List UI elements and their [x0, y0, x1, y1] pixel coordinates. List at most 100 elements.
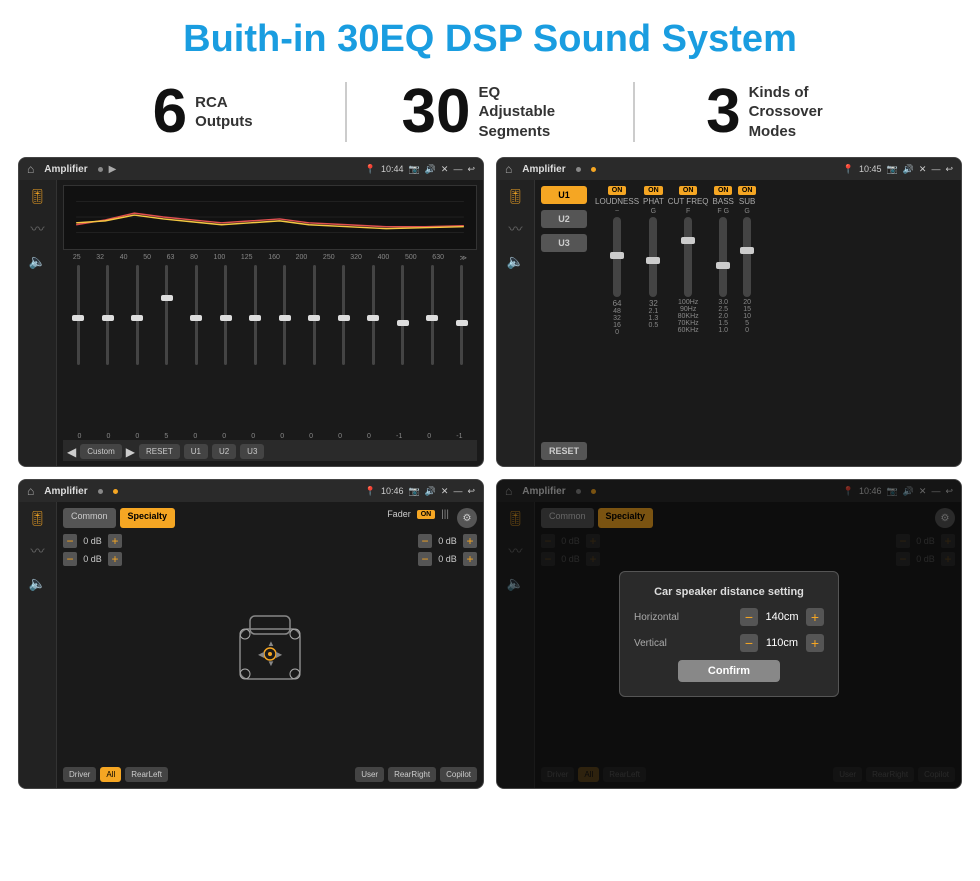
- eq-slider-8[interactable]: [283, 265, 286, 431]
- bass-channel: ON BASS F G 3.0 2.5 2.0 1.5 1.0: [713, 186, 734, 460]
- screen-speaker: ⌂ Amplifier 📍 10:46 📷 🔊 ✕ — ↩ 🎚 〰 🔈: [18, 479, 484, 789]
- wave-icon-2[interactable]: 〰: [509, 219, 523, 239]
- eq-bottom-bar: ◀ Custom ▶ RESET U1 U2 U3: [63, 440, 477, 461]
- camera-icon-3: 📷: [408, 486, 419, 497]
- phat-slider[interactable]: [649, 217, 657, 297]
- home-icon[interactable]: ⌂: [27, 162, 34, 176]
- preset-u1-btn[interactable]: U1: [184, 444, 208, 459]
- close-icon-2[interactable]: ✕: [919, 164, 927, 175]
- eq-prev-btn[interactable]: ◀: [67, 445, 76, 459]
- vertical-plus-btn[interactable]: +: [806, 634, 824, 652]
- settings-icon[interactable]: ⚙: [457, 508, 477, 528]
- horizontal-value: 140cm: [762, 611, 802, 623]
- channel-presets: U1 U2 U3 RESET: [541, 186, 587, 460]
- btn-rearright[interactable]: RearRight: [388, 767, 436, 782]
- speaker-icon-2[interactable]: 🔈: [507, 253, 524, 270]
- eq-icon-2[interactable]: 🎚: [507, 188, 525, 205]
- db2-minus-btn[interactable]: −: [63, 552, 77, 566]
- eq-slider-9[interactable]: [313, 265, 316, 431]
- dialog-horizontal-row: Horizontal − 140cm +: [634, 608, 824, 626]
- btn-copilot[interactable]: Copilot: [440, 767, 477, 782]
- minimize-icon-1[interactable]: —: [453, 164, 462, 174]
- back-icon-2[interactable]: ↩: [945, 164, 953, 175]
- eq-slider-5[interactable]: [195, 265, 198, 431]
- eq-slider-1[interactable]: [77, 265, 80, 431]
- wave-icon[interactable]: 〰: [31, 219, 45, 239]
- stat-crossover-label: Kinds ofCrossover Modes: [749, 83, 849, 142]
- eq-slider-2[interactable]: [106, 265, 109, 431]
- vertical-minus-btn[interactable]: −: [740, 634, 758, 652]
- fader-slider-preview[interactable]: |||: [441, 509, 449, 520]
- db1-minus-btn[interactable]: −: [63, 534, 77, 548]
- tab-common[interactable]: Common: [63, 508, 116, 528]
- minimize-icon-3[interactable]: —: [453, 486, 462, 496]
- channel-u3-btn[interactable]: U3: [541, 234, 587, 252]
- play-icon[interactable]: ▶: [109, 164, 117, 175]
- close-icon-1[interactable]: ✕: [441, 164, 449, 175]
- eq-slider-6[interactable]: [224, 265, 227, 431]
- home-icon-3[interactable]: ⌂: [27, 484, 34, 498]
- close-icon-3[interactable]: ✕: [441, 486, 449, 497]
- loudness-slider[interactable]: [613, 217, 621, 297]
- eq-next-btn[interactable]: ▶: [126, 445, 135, 459]
- confirm-button[interactable]: Confirm: [678, 660, 780, 682]
- eq-slider-7[interactable]: [254, 265, 257, 431]
- status-bar-right-1: 📍 10:44 📷 🔊 ✕ — ↩: [365, 164, 475, 175]
- channel-left-sidebar: 🎚 〰 🔈: [497, 180, 535, 466]
- vertical-value: 110cm: [762, 637, 802, 649]
- sub-on-badge: ON: [738, 186, 757, 195]
- eq-icon[interactable]: 🎚: [29, 188, 47, 205]
- db1-plus-btn[interactable]: +: [108, 534, 122, 548]
- horizontal-plus-btn[interactable]: +: [806, 608, 824, 626]
- speaker-icon-3[interactable]: 🔈: [29, 575, 46, 592]
- channel-reset-btn[interactable]: RESET: [541, 442, 587, 460]
- btn-driver[interactable]: Driver: [63, 767, 96, 782]
- eq-slider-3[interactable]: [136, 265, 139, 431]
- eq-slider-12[interactable]: [401, 265, 404, 431]
- preset-u2-btn[interactable]: U2: [212, 444, 236, 459]
- eq-slider-13[interactable]: [431, 265, 434, 431]
- channel-u2-btn[interactable]: U2: [541, 210, 587, 228]
- db-row-4: − 0 dB +: [418, 552, 477, 566]
- minimize-icon-2[interactable]: —: [931, 164, 940, 174]
- db3-plus-btn[interactable]: +: [463, 534, 477, 548]
- channel-u1-btn[interactable]: U1: [541, 186, 587, 204]
- horizontal-minus-btn[interactable]: −: [740, 608, 758, 626]
- speaker-icon[interactable]: 🔈: [29, 253, 46, 270]
- bass-slider[interactable]: [719, 217, 727, 297]
- db3-minus-btn[interactable]: −: [418, 534, 432, 548]
- horizontal-value-row: − 140cm +: [740, 608, 824, 626]
- eq-value-labels: 00050 00000 0-10-1: [63, 431, 477, 440]
- screen-channel: ⌂ Amplifier 📍 10:45 📷 🔊 ✕ — ↩ 🎚 〰 🔈: [496, 157, 962, 467]
- preset-custom-btn[interactable]: Custom: [80, 444, 122, 459]
- tab-specialty[interactable]: Specialty: [120, 508, 176, 528]
- btn-user[interactable]: User: [355, 767, 384, 782]
- home-icon-2[interactable]: ⌂: [505, 162, 512, 176]
- location-icon-3: 📍: [365, 486, 376, 497]
- cutfreq-label: CUT FREQ: [668, 197, 709, 206]
- preset-u3-btn[interactable]: U3: [240, 444, 264, 459]
- db4-plus-btn[interactable]: +: [463, 552, 477, 566]
- back-icon-3[interactable]: ↩: [467, 486, 475, 497]
- eq-slider-11[interactable]: [372, 265, 375, 431]
- db2-plus-btn[interactable]: +: [108, 552, 122, 566]
- screens-grid: ⌂ Amplifier ▶ 📍 10:44 📷 🔊 ✕ — ↩ 🎚 〰 🔈: [0, 157, 980, 799]
- back-icon-1[interactable]: ↩: [467, 164, 475, 175]
- speaker-right-db-controls: − 0 dB + − 0 dB +: [418, 534, 477, 763]
- status-bar-right-3: 📍 10:46 📷 🔊 ✕ — ↩: [365, 486, 475, 497]
- eq-slider-4[interactable]: [165, 265, 168, 431]
- eq-slider-14[interactable]: [460, 265, 463, 431]
- eq-slider-10[interactable]: [342, 265, 345, 431]
- btn-all[interactable]: All: [100, 767, 121, 782]
- wave-icon-3[interactable]: 〰: [31, 541, 45, 561]
- status-bar-right-2: 📍 10:45 📷 🔊 ✕ — ↩: [843, 164, 953, 175]
- cutfreq-slider[interactable]: [684, 217, 692, 297]
- preset-reset-btn[interactable]: RESET: [139, 444, 180, 459]
- db4-minus-btn[interactable]: −: [418, 552, 432, 566]
- btn-rearleft[interactable]: RearLeft: [125, 767, 168, 782]
- eq-icon-3[interactable]: 🎚: [29, 510, 47, 527]
- sub-slider[interactable]: [743, 217, 751, 297]
- stats-row: 6 RCAOutputs 30 EQ AdjustableSegments 3 …: [0, 71, 980, 157]
- stat-rca-label: RCAOutputs: [195, 93, 253, 132]
- eq-left-sidebar: 🎚 〰 🔈: [19, 180, 57, 466]
